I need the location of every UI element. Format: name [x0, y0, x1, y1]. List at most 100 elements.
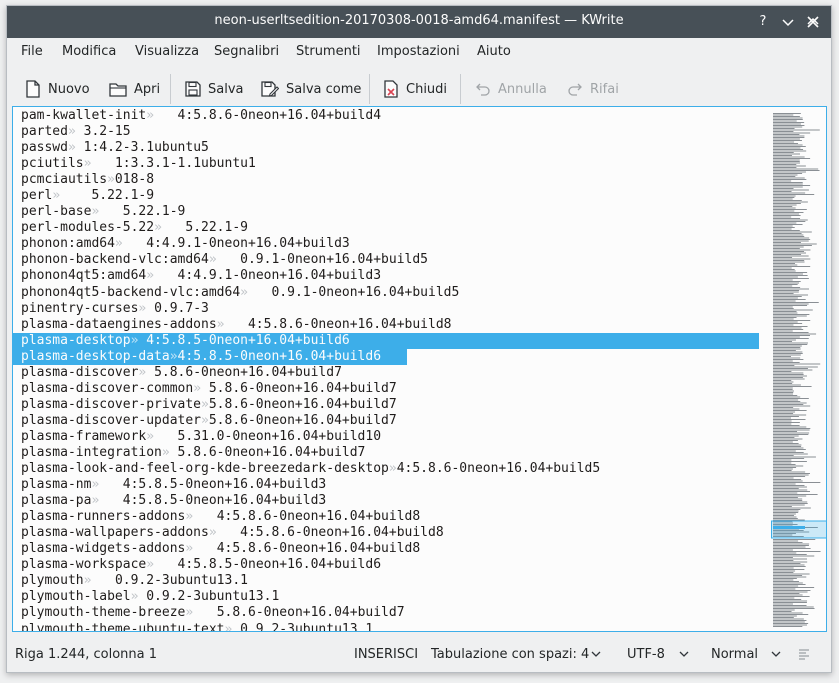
input-mode[interactable]: INSERISCI	[354, 647, 418, 662]
text-line[interactable]: phonon4qt5:amd64» 4:4.9.1-0neon+16.04+bu…	[21, 268, 759, 284]
title-bar[interactable]: neon-userltsedition-20170308-0018-amd64.…	[7, 6, 831, 38]
text-line[interactable]: plymouth-theme-breeze» 5.8.6-0neon+16.04…	[21, 605, 759, 621]
minimap-line	[773, 401, 801, 402]
text-line[interactable]: pam-kwallet-init» 4:5.8.6-0neon+16.04+bu…	[21, 108, 759, 124]
text-line[interactable]: plasma-discover» 5.8.6-0neon+16.04+build…	[21, 365, 759, 381]
text-line[interactable]: pinentry-curses» 0.9.7-3	[21, 301, 759, 317]
new-button[interactable]: Nuovo	[25, 77, 90, 101]
minimap-line	[773, 594, 803, 596]
text-line[interactable]: plasma-wallpapers-addons» 4:5.8.6-0neon+…	[21, 525, 759, 541]
menu-aiuto[interactable]: Aiuto	[477, 44, 511, 59]
chevron-down-icon[interactable]	[678, 647, 690, 661]
minimap-line	[773, 192, 806, 194]
text-line[interactable]: phonon-backend-vlc:amd64» 0.9.1-0neon+16…	[21, 252, 759, 268]
minimap-line	[773, 176, 796, 177]
minimap-line	[773, 491, 810, 492]
save-as-button[interactable]: Salva come	[261, 77, 361, 101]
minimap-line	[773, 318, 794, 320]
save-button[interactable]: Salva	[185, 77, 244, 101]
minimap-line	[773, 426, 807, 428]
tab-marker: »	[146, 428, 178, 444]
close-window-button[interactable]	[804, 13, 822, 31]
help-button[interactable]: ?	[754, 13, 772, 31]
minimap-line	[773, 432, 810, 434]
text-line[interactable]: plasma-workspace» 4:5.8.5-0neon+16.04+bu…	[21, 557, 759, 573]
text-line[interactable]: plasma-dataengines-addons» 4:5.8.6-0neon…	[21, 317, 759, 333]
menu-segnalibri[interactable]: Segnalibri	[214, 44, 279, 59]
text-line[interactable]: plasma-discover-common» 5.8.6-0neon+16.0…	[21, 381, 759, 397]
text-line[interactable]: phonon:amd64» 4:4.9.1-0neon+16.04+build3	[21, 236, 759, 252]
text-line[interactable]: plasma-look-and-feel-org-kde-breezedark-…	[21, 461, 759, 477]
minimap-line	[773, 500, 803, 501]
text-line[interactable]: perl» 5.22.1-9	[21, 188, 759, 204]
text-line[interactable]: plasma-widgets-addons» 4:5.8.6-0neon+16.…	[21, 541, 759, 557]
text-editor[interactable]: pam-kwallet-init» 4:5.8.6-0neon+16.04+bu…	[12, 106, 827, 632]
text-line[interactable]: plasma-discover-private»5.8.6-0neon+16.0…	[21, 397, 759, 413]
minimap-line	[773, 381, 794, 383]
minimap-line	[773, 452, 804, 453]
minimap-line	[773, 159, 800, 161]
cursor-position[interactable]: Riga 1.244, colonna 1	[15, 647, 157, 662]
minimap-line	[773, 120, 797, 122]
toolbar-separator	[460, 74, 461, 104]
menu-lines-icon[interactable]	[797, 647, 811, 661]
menu-strumenti[interactable]: Strumenti	[296, 44, 361, 59]
close-document-button[interactable]: Chiudi	[383, 77, 447, 101]
text-line[interactable]: pciutils» 1:3.3.1-1.1ubuntu1	[21, 156, 759, 172]
text-line[interactable]: pcmciautils»018-8	[21, 172, 759, 188]
text-line[interactable]: parted» 3.2-15	[21, 124, 759, 140]
encoding-setting[interactable]: UTF-8	[627, 647, 665, 662]
minimap-line	[773, 549, 793, 551]
minimap-line	[773, 378, 805, 380]
minimap-line	[773, 113, 801, 114]
chevron-down-icon[interactable]	[770, 647, 782, 661]
text-line[interactable]: plasma-runners-addons» 4:5.8.6-0neon+16.…	[21, 509, 759, 525]
minimap-line	[773, 141, 795, 143]
minimap-line	[773, 584, 806, 585]
package-name: passwd	[21, 140, 68, 156]
minimap-line	[773, 140, 802, 141]
highlight-mode[interactable]: Normal	[711, 647, 758, 662]
text-line[interactable]: plymouth-label» 0.9.2-3ubuntu13.1	[21, 589, 759, 605]
text-line[interactable]: perl-base» 5.22.1-9	[21, 204, 759, 220]
indentation-setting[interactable]: Tabulazione con spazi: 4	[431, 647, 589, 662]
minimap-line	[773, 473, 810, 474]
text-line[interactable]: plasma-pa» 4:5.8.5-0neon+16.04+build3	[21, 493, 759, 509]
menu-visualizza[interactable]: Visualizza	[135, 44, 199, 59]
minimap-line	[773, 306, 793, 308]
text-line[interactable]: plasma-integration» 5.8.6-0neon+16.04+bu…	[21, 445, 759, 461]
minimap-line	[773, 323, 803, 324]
menu-file[interactable]: File	[21, 44, 43, 59]
minimap-line	[773, 620, 807, 621]
minimap-line	[773, 576, 807, 578]
open-button[interactable]: Apri	[109, 77, 160, 101]
redo-button[interactable]: Rifai	[567, 77, 619, 101]
text-line[interactable]: passwd» 1:4.2-3.1ubuntu5	[21, 140, 759, 156]
minimap-line	[773, 165, 806, 167]
chevron-down-icon[interactable]	[590, 647, 602, 661]
undo-button[interactable]: Annulla	[475, 77, 547, 101]
minimap-line	[773, 252, 807, 254]
text-line[interactable]: phonon4qt5-backend-vlc:amd64» 0.9.1-0neo…	[21, 285, 759, 301]
package-version: 0.9.2-3ubuntu13.1	[114, 573, 248, 589]
text-line[interactable]: plymouth» 0.9.2-3ubuntu13.1	[21, 573, 759, 589]
text-line[interactable]: plasma-discover-updater»5.8.6-0neon+16.0…	[21, 413, 759, 429]
minimap-line	[773, 357, 801, 359]
minimap-scrollbar[interactable]	[771, 113, 827, 627]
minimap-line	[773, 240, 809, 242]
minimap-line	[773, 167, 797, 168]
minimap-line	[773, 285, 793, 287]
text-line[interactable]: plymouth-theme-ubuntu-text» 0.9.2-3ubunt…	[21, 622, 759, 632]
text-line[interactable]: plasma-framework» 5.31.0-0neon+16.04+bui…	[21, 429, 759, 445]
text-line[interactable]: plasma-desktop» 4:5.8.5-0neon+16.04+buil…	[13, 332, 759, 349]
minimap-viewport[interactable]	[771, 520, 827, 539]
minimize-button[interactable]	[779, 13, 797, 31]
text-line[interactable]: perl-modules-5.22» 5.22.1-9	[21, 220, 759, 236]
menu-impostazioni[interactable]: Impostazioni	[377, 44, 460, 59]
save-icon	[185, 81, 201, 97]
text-line[interactable]: plasma-nm» 4:5.8.5-0neon+16.04+build3	[21, 477, 759, 493]
minimap-line	[773, 468, 793, 470]
text-line[interactable]: plasma-desktop-data»4:5.8.5-0neon+16.04+…	[13, 348, 407, 365]
minimap-line	[773, 365, 795, 366]
menu-modifica[interactable]: Modifica	[62, 44, 116, 59]
